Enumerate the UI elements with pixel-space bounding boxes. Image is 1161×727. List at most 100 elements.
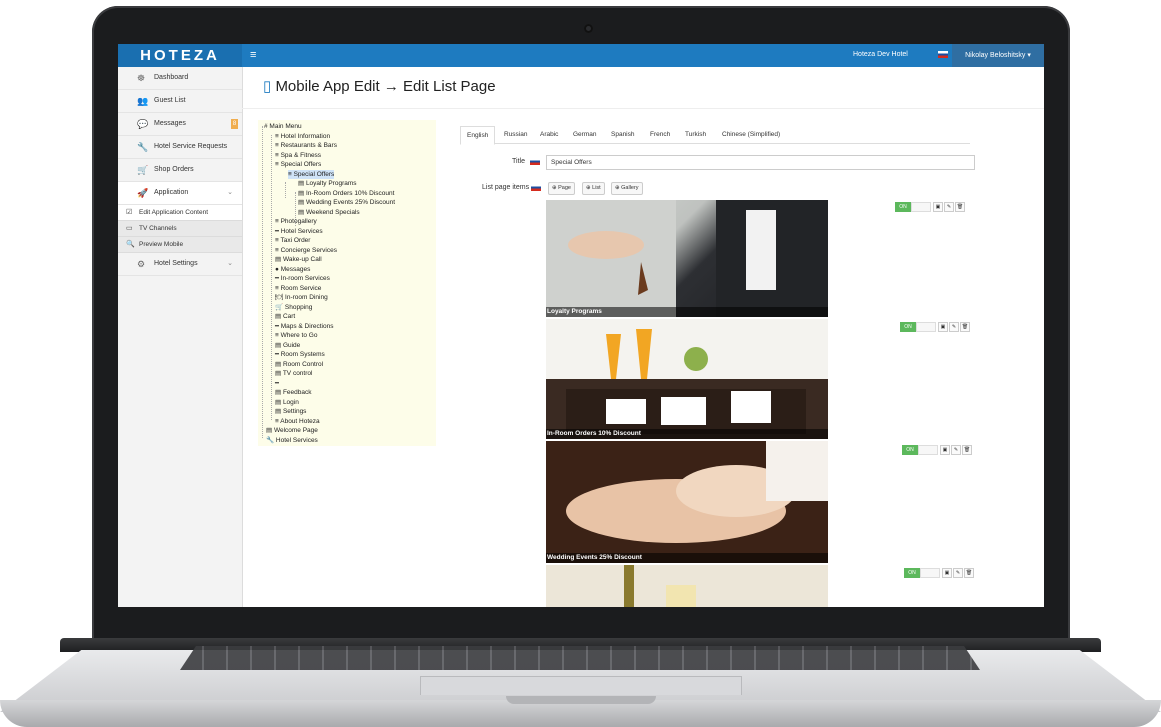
- laptop-trackpad: [420, 676, 742, 695]
- page-title-text: Mobile App Edit → Edit List Page: [275, 78, 496, 95]
- trash-icon[interactable]: 🗑: [964, 568, 974, 578]
- sidebar-subitem-label: TV Channels: [139, 225, 177, 232]
- tree-node[interactable]: ≡ Restaurants & Bars: [275, 141, 337, 150]
- menu-toggle-icon[interactable]: ≡: [250, 49, 256, 61]
- sidebar-item-application[interactable]: 🚀 Application ⌄: [118, 182, 242, 205]
- laptop-notch: [506, 696, 656, 704]
- tree-node[interactable]: 🛒 Shopping: [275, 303, 312, 312]
- tree-node[interactable]: ≡ Where to Go: [275, 331, 317, 340]
- sidebar-item-messages[interactable]: 💬 Messages 8: [118, 113, 242, 136]
- trash-icon[interactable]: 🗑: [962, 445, 972, 455]
- tab-german[interactable]: German: [573, 126, 596, 143]
- image-icon[interactable]: ▣: [938, 322, 948, 332]
- sidebar-item-guest-list[interactable]: 👥 Guest List: [118, 90, 242, 113]
- toggle-off-side[interactable]: [920, 568, 940, 578]
- tree-node[interactable]: ━ In-room Services: [275, 274, 330, 283]
- tree-node[interactable]: ▤ Feedback: [275, 388, 312, 397]
- dashboard-icon: ☸: [137, 73, 146, 83]
- webcam: [584, 24, 593, 33]
- tree-node[interactable]: ≡ Room Service: [275, 284, 321, 293]
- toggle-off-side[interactable]: [918, 445, 938, 455]
- edit-icon[interactable]: ✎: [944, 202, 954, 212]
- tree-node[interactable]: ≡ Taxi Order: [275, 236, 310, 245]
- hotel-name[interactable]: Hoteza Dev Hotel: [853, 51, 908, 58]
- toggle-off-side[interactable]: [911, 202, 931, 212]
- tree-node[interactable]: ▤ Weekend Specials: [298, 208, 360, 217]
- list-item[interactable]: Loyalty Programs: [546, 200, 828, 317]
- sidebar-item-hotel-settings[interactable]: ⚙ Hotel Settings ⌄: [118, 253, 242, 276]
- tab-french[interactable]: French: [650, 126, 670, 143]
- sidebar-item-shop-orders[interactable]: 🛒 Shop Orders: [118, 159, 242, 182]
- add-gallery-button[interactable]: ⊕ Gallery: [611, 182, 643, 195]
- tab-spanish[interactable]: Spanish: [611, 126, 635, 143]
- messages-badge: 8: [231, 119, 238, 129]
- sidebar-subitem-preview-mobile[interactable]: 🔍 Preview Mobile: [118, 237, 242, 253]
- on-toggle[interactable]: ON: [902, 445, 918, 455]
- uk-flag-icon[interactable]: [938, 51, 948, 58]
- tree-node[interactable]: ≡ Special Offers: [275, 160, 321, 169]
- tree-node[interactable]: ≡ Concierge Services: [275, 246, 337, 255]
- on-toggle[interactable]: ON: [904, 568, 920, 578]
- on-toggle[interactable]: ON: [895, 202, 911, 212]
- edit-icon[interactable]: ✎: [951, 445, 961, 455]
- tab-turkish[interactable]: Turkish: [685, 126, 706, 143]
- sidebar-item-label: Application: [154, 189, 189, 196]
- user-menu[interactable]: Nikolay Beloshitsky ▾: [952, 44, 1044, 67]
- tree-node[interactable]: ● Messages: [275, 265, 310, 274]
- tree-node[interactable]: ━ Hotel Services: [275, 227, 323, 236]
- tree-node[interactable]: ≡ Photogallery: [275, 217, 317, 226]
- image-icon[interactable]: ▣: [940, 445, 950, 455]
- tree-node[interactable]: ▤ Wake-up Call: [275, 255, 322, 264]
- tree-node[interactable]: ▤ Welcome Page: [266, 426, 318, 435]
- tab-chinese[interactable]: Chinese (Simplified): [722, 126, 780, 143]
- sidebar-item-label: Hotel Service Requests: [154, 143, 228, 150]
- edit-icon[interactable]: ✎: [949, 322, 959, 332]
- tree-node[interactable]: ▤ Cart: [275, 312, 295, 321]
- tree-node[interactable]: ━: [275, 379, 279, 388]
- list-item[interactable]: [546, 565, 828, 607]
- tree-node[interactable]: ▤ Login: [275, 398, 299, 407]
- tree-node[interactable]: ≡ About Hoteza: [275, 417, 320, 426]
- tree-node[interactable]: # Main Menu: [264, 122, 302, 131]
- tree-node[interactable]: ▤ Wedding Events 25% Discount: [298, 198, 395, 207]
- tree-node[interactable]: ▤ Guide: [275, 341, 300, 350]
- tree-node[interactable]: ━ Room Systems: [275, 350, 325, 359]
- tree-node[interactable]: 🔧 Hotel Services: [266, 436, 318, 445]
- title-input[interactable]: Special Offers: [546, 155, 975, 170]
- tree-node[interactable]: ≡ Spa & Fitness: [275, 151, 321, 160]
- toggle-off-side[interactable]: [916, 322, 936, 332]
- image-icon[interactable]: ▣: [942, 568, 952, 578]
- brand-logo[interactable]: HOTEZA: [118, 44, 242, 67]
- tree-node[interactable]: ━ Maps & Directions: [275, 322, 333, 331]
- list-item[interactable]: Wedding Events 25% Discount: [546, 441, 828, 563]
- sidebar-item-label: Messages: [154, 120, 186, 127]
- edit-icon[interactable]: ✎: [953, 568, 963, 578]
- tab-arabic[interactable]: Arabic: [540, 126, 558, 143]
- list-item[interactable]: In-Room Orders 10% Discount: [546, 319, 828, 439]
- tree-node[interactable]: ▤ In-Room Orders 10% Discount: [298, 189, 394, 198]
- sidebar-subitem-edit-content[interactable]: ☑ Edit Application Content: [118, 205, 242, 221]
- tree-node[interactable]: ≡ Hotel Information: [275, 132, 330, 141]
- language-tabs: English Russian Arabic German Spanish Fr…: [460, 126, 970, 145]
- tree-node[interactable]: ▤ Room Control: [275, 360, 323, 369]
- tree-node[interactable]: ▤ Loyalty Programs: [298, 179, 357, 188]
- add-list-button[interactable]: ⊕ List: [582, 182, 605, 195]
- trash-icon[interactable]: 🗑: [955, 202, 965, 212]
- tree-node[interactable]: ≡ Special Offers: [288, 169, 335, 179]
- room-orders-photo: [546, 319, 828, 439]
- trash-icon[interactable]: 🗑: [960, 322, 970, 332]
- sidebar-subitem-label: Edit Application Content: [139, 209, 209, 216]
- tree-node[interactable]: ▤ TV control: [275, 369, 312, 378]
- add-page-button[interactable]: ⊕ Page: [548, 182, 575, 195]
- wedding-photo: [546, 441, 828, 563]
- on-toggle[interactable]: ON: [900, 322, 916, 332]
- sidebar-item-service-requests[interactable]: 🔧 Hotel Service Requests: [118, 136, 242, 159]
- laptop-front-edge: [0, 700, 1161, 727]
- tab-russian[interactable]: Russian: [504, 126, 527, 143]
- sidebar-item-dashboard[interactable]: ☸ Dashboard: [118, 67, 242, 90]
- sidebar-subitem-tv-channels[interactable]: ▭ TV Channels: [118, 221, 242, 237]
- image-icon[interactable]: ▣: [933, 202, 943, 212]
- tree-node[interactable]: ▤ Settings: [275, 407, 306, 416]
- tree-node[interactable]: 🍽 In-room Dining: [275, 293, 328, 302]
- tab-english[interactable]: English: [460, 126, 496, 145]
